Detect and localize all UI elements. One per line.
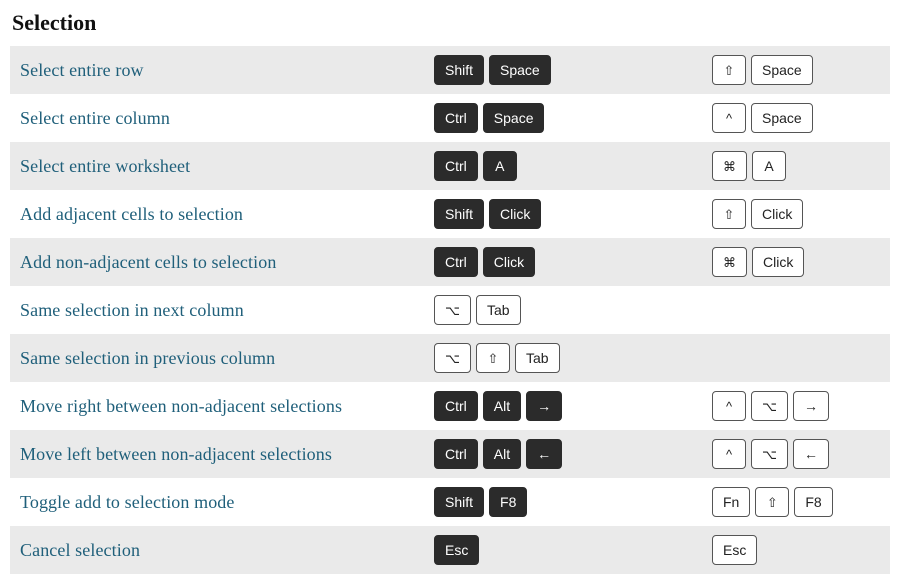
shortcut-description[interactable]: Cancel selection [18, 540, 434, 561]
windows-keys: ⌥Tab [434, 295, 712, 325]
mac-keys: ⇧Space [712, 55, 882, 85]
mac-keys: ⇧Click [712, 199, 882, 229]
windows-keys: CtrlA [434, 151, 712, 181]
shortcut-description[interactable]: Add non-adjacent cells to selection [18, 252, 434, 273]
key: ⇧ [476, 343, 510, 373]
table-row: Move left between non-adjacent selection… [10, 430, 890, 478]
key: Ctrl [434, 247, 478, 277]
shortcut-description[interactable]: Select entire worksheet [18, 156, 434, 177]
key: F8 [489, 487, 527, 517]
key: A [483, 151, 517, 181]
key: Shift [434, 55, 484, 85]
key: ^ [712, 391, 746, 421]
windows-keys: ShiftF8 [434, 487, 712, 517]
key: Space [483, 103, 545, 133]
table-row: Select entire worksheetCtrlA⌘A [10, 142, 890, 190]
key: ⌥ [434, 295, 471, 325]
shortcut-description[interactable]: Move right between non-adjacent selectio… [18, 396, 434, 417]
key: ⌘ [712, 151, 747, 181]
key: ⌥ [751, 391, 788, 421]
key: A [752, 151, 786, 181]
key: ⇧ [755, 487, 789, 517]
table-row: Move right between non-adjacent selectio… [10, 382, 890, 430]
key: ⌘ [712, 247, 747, 277]
key: ⇧ [712, 55, 746, 85]
key: F8 [794, 487, 832, 517]
table-row: Cancel selectionEscEsc [10, 526, 890, 574]
mac-keys: ^⌥→ [712, 391, 882, 421]
section-heading: Selection [10, 6, 890, 46]
table-row: Same selection in next column⌥Tab [10, 286, 890, 334]
windows-keys: CtrlSpace [434, 103, 712, 133]
mac-keys: ^⌥← [712, 439, 882, 469]
windows-keys: Esc [434, 535, 712, 565]
shortcuts-table: Select entire rowShiftSpace⇧SpaceSelect … [10, 46, 890, 574]
key: Click [489, 199, 541, 229]
key: Ctrl [434, 151, 478, 181]
table-row: Same selection in previous column⌥⇧Tab [10, 334, 890, 382]
key: Ctrl [434, 439, 478, 469]
windows-keys: ShiftSpace [434, 55, 712, 85]
key: Tab [476, 295, 521, 325]
key: Space [751, 103, 813, 133]
key: ^ [712, 103, 746, 133]
key: Tab [515, 343, 560, 373]
mac-keys: Fn⇧F8 [712, 487, 882, 517]
mac-keys: ⌘Click [712, 247, 882, 277]
key: ⌥ [751, 439, 788, 469]
key: Ctrl [434, 391, 478, 421]
mac-keys: ⌘A [712, 151, 882, 181]
windows-keys: CtrlAlt← [434, 439, 712, 469]
key: Alt [483, 439, 521, 469]
key: Space [489, 55, 551, 85]
table-row: Toggle add to selection modeShiftF8Fn⇧F8 [10, 478, 890, 526]
key: ← [526, 439, 562, 469]
shortcut-description[interactable]: Same selection in previous column [18, 348, 434, 369]
shortcut-description[interactable]: Select entire row [18, 60, 434, 81]
windows-keys: CtrlClick [434, 247, 712, 277]
key: Space [751, 55, 813, 85]
key: Click [752, 247, 804, 277]
windows-keys: ShiftClick [434, 199, 712, 229]
key: ^ [712, 439, 746, 469]
key: Shift [434, 487, 484, 517]
key: Esc [712, 535, 757, 565]
table-row: Add non-adjacent cells to selectionCtrlC… [10, 238, 890, 286]
key: Fn [712, 487, 750, 517]
mac-keys: Esc [712, 535, 882, 565]
key: Esc [434, 535, 479, 565]
mac-keys: ^Space [712, 103, 882, 133]
key: → [793, 391, 829, 421]
windows-keys: CtrlAlt→ [434, 391, 712, 421]
table-row: Select entire rowShiftSpace⇧Space [10, 46, 890, 94]
windows-keys: ⌥⇧Tab [434, 343, 712, 373]
shortcut-description[interactable]: Same selection in next column [18, 300, 434, 321]
key: → [526, 391, 562, 421]
table-row: Select entire columnCtrlSpace^Space [10, 94, 890, 142]
key: Ctrl [434, 103, 478, 133]
shortcut-description[interactable]: Select entire column [18, 108, 434, 129]
key: Click [751, 199, 803, 229]
key: ← [793, 439, 829, 469]
shortcut-description[interactable]: Add adjacent cells to selection [18, 204, 434, 225]
key: Click [483, 247, 535, 277]
key: Shift [434, 199, 484, 229]
key: ⌥ [434, 343, 471, 373]
table-row: Add adjacent cells to selectionShiftClic… [10, 190, 890, 238]
shortcut-description[interactable]: Toggle add to selection mode [18, 492, 434, 513]
shortcut-description[interactable]: Move left between non-adjacent selection… [18, 444, 434, 465]
key: ⇧ [712, 199, 746, 229]
key: Alt [483, 391, 521, 421]
